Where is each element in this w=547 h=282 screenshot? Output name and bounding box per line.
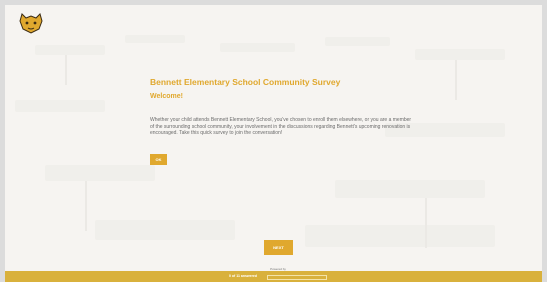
welcome-heading: Welcome! (150, 93, 183, 100)
progress-bar (267, 275, 327, 280)
wildcat-logo-icon (19, 13, 43, 34)
ok-button[interactable]: OK (150, 154, 167, 165)
survey-page: Bennett Elementary School Community Surv… (5, 5, 542, 282)
next-button[interactable]: NEXT (264, 240, 293, 255)
survey-intro-text: Whether your child attends Bennett Eleme… (150, 117, 412, 137)
progress-text: 0 of 11 answered (229, 274, 258, 278)
survey-title: Bennett Elementary School Community Surv… (150, 77, 341, 87)
progress-footer: 0 of 11 answered (5, 271, 542, 282)
